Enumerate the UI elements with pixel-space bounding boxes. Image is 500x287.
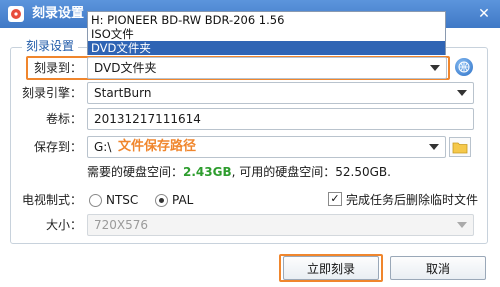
size-label: 大小： — [45, 218, 82, 232]
dropdown-option-dvd-folder[interactable]: DVD文件夹 — [88, 41, 445, 55]
chevron-down-icon[interactable] — [451, 83, 473, 103]
tv-standard-label: 电视制式： — [22, 193, 83, 207]
disk-space-info: 需要的硬盘空间：2.43GB, 可用的硬盘空间：52.50GB. — [87, 163, 391, 181]
space-required: 2.43GB — [183, 165, 232, 179]
save-to-drive: G:\ — [94, 140, 112, 154]
burn-to-select[interactable]: DVD文件夹 — [87, 57, 447, 79]
burn-to-value: DVD文件夹 — [94, 61, 157, 75]
save-path-hint: 文件保存路径 — [118, 139, 197, 154]
burn-settings-dialog: 刻录设置 ✕ 刻录设置 刻录到： DVD文件夹 刻录引擎： StartBurn … — [0, 0, 500, 287]
volume-value: 20131217111614 — [94, 112, 201, 126]
delete-temp-label: 完成任务后删除临时文件 — [346, 193, 479, 207]
space-middle: , 可用的硬盘空间： — [231, 165, 336, 179]
engine-select[interactable]: StartBurn — [87, 82, 474, 104]
close-icon[interactable]: ✕ — [474, 4, 494, 24]
burn-to-label: 刻录到： — [33, 61, 82, 75]
browse-folder-button[interactable] — [449, 137, 471, 157]
space-available: 52.50GB. — [335, 165, 391, 179]
group-legend: 刻录设置 — [22, 38, 79, 54]
help-globe-icon[interactable] — [455, 58, 473, 76]
ntsc-radio[interactable] — [89, 194, 102, 207]
burn-to-dropdown-list: H: PIONEER BD-RW BDR-206 1.56 ISO文件 DVD文… — [87, 11, 446, 55]
burn-now-button[interactable]: 立即刻录 — [283, 256, 379, 280]
pal-label: PAL — [172, 193, 194, 207]
window-title: 刻录设置 — [32, 6, 85, 21]
dropdown-option-iso[interactable]: ISO文件 — [88, 27, 445, 41]
pal-radio[interactable] — [155, 194, 168, 207]
engine-label: 刻录引擎： — [22, 86, 83, 100]
save-to-select[interactable]: G:\ 文件保存路径 — [87, 136, 446, 158]
volume-input[interactable]: 20131217111614 — [87, 108, 474, 130]
folder-icon — [452, 142, 468, 153]
chevron-down-icon[interactable] — [423, 137, 445, 157]
delete-temp-checkbox[interactable]: ✓ — [328, 192, 342, 206]
dropdown-option-drive[interactable]: H: PIONEER BD-RW BDR-206 1.56 — [88, 13, 445, 27]
volume-label: 卷标： — [45, 112, 82, 126]
chevron-down-icon[interactable] — [424, 58, 446, 78]
engine-value: StartBurn — [94, 86, 152, 100]
size-select[interactable]: 720X576 — [87, 214, 474, 236]
cancel-button[interactable]: 取消 — [390, 256, 486, 280]
size-value: 720X576 — [94, 218, 149, 232]
space-prefix: 需要的硬盘空间： — [87, 165, 184, 179]
disc-icon — [8, 6, 24, 22]
chevron-down-icon[interactable] — [451, 215, 473, 235]
ntsc-label: NTSC — [106, 193, 139, 207]
save-to-label: 保存到： — [33, 140, 82, 154]
